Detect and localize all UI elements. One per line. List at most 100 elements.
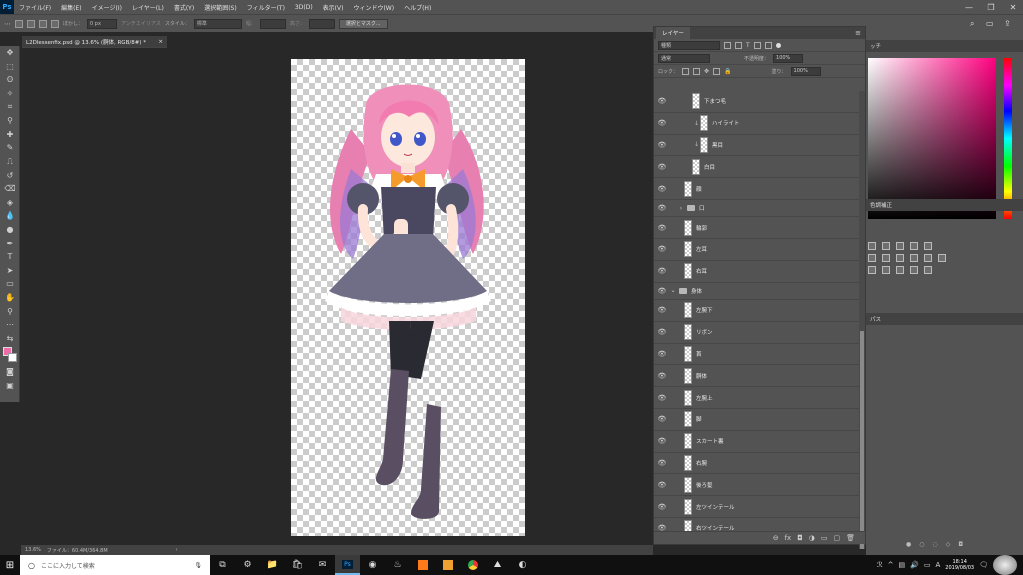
- minimize-button[interactable]: —: [961, 0, 977, 14]
- lock-transparent-icon[interactable]: [682, 67, 690, 75]
- eraser-tool-icon[interactable]: ⌫: [0, 182, 20, 196]
- layer-row[interactable]: 👁 顔: [654, 178, 859, 200]
- layer-thumbnail[interactable]: [684, 367, 692, 384]
- layer-thumbnail[interactable]: [700, 115, 708, 132]
- menu-edit[interactable]: 編集(E): [56, 3, 86, 12]
- visibility-eye-icon[interactable]: 👁: [654, 372, 670, 380]
- zoom-tool-icon[interactable]: ⚲: [0, 304, 20, 318]
- select-and-mask-button[interactable]: 選択とマスク...: [338, 18, 388, 29]
- history-brush-tool-icon[interactable]: ↺: [0, 168, 20, 182]
- swap-colors-icon[interactable]: ⇆: [0, 331, 20, 345]
- healing-brush-tool-icon[interactable]: ✚: [0, 128, 20, 142]
- layer-thumbnail[interactable]: [684, 476, 692, 493]
- task-view-icon[interactable]: ⧉: [210, 555, 235, 575]
- photo-filter-icon[interactable]: [910, 254, 918, 262]
- filter-shape-icon[interactable]: [753, 41, 761, 49]
- visibility-eye-icon[interactable]: 👁: [654, 328, 670, 336]
- eyedropper-tool-icon[interactable]: ⚲: [0, 114, 20, 128]
- posterize-icon[interactable]: [882, 266, 890, 274]
- more-tools-icon[interactable]: ⋯: [0, 318, 20, 332]
- panel-menu-icon[interactable]: ≡: [855, 29, 865, 37]
- filter-type-icon[interactable]: T: [746, 42, 750, 49]
- obs-app-icon[interactable]: ◉: [360, 555, 385, 575]
- brightness-icon[interactable]: [868, 242, 876, 250]
- visibility-eye-icon[interactable]: 👁: [654, 185, 670, 193]
- magic-wand-tool-icon[interactable]: ✧: [0, 87, 20, 101]
- path-selection-tool-icon[interactable]: ➤: [0, 264, 20, 278]
- layer-row[interactable]: 👁 右耳: [654, 261, 859, 283]
- ime-indicator[interactable]: A: [935, 561, 940, 569]
- layer-group-row[interactable]: 👁 › 口: [654, 200, 859, 218]
- menu-help[interactable]: ヘルプ(H): [399, 3, 436, 12]
- layer-row[interactable]: 👁 左腕上: [654, 387, 859, 409]
- pen-tool-icon[interactable]: ✒: [0, 236, 20, 250]
- layer-thumbnail[interactable]: [684, 389, 692, 406]
- subtract-selection-icon[interactable]: [39, 19, 47, 28]
- document-canvas[interactable]: [291, 59, 525, 536]
- visibility-eye-icon[interactable]: 👁: [654, 224, 670, 232]
- width-input[interactable]: [259, 18, 286, 29]
- levels-icon[interactable]: [882, 242, 890, 250]
- layers-scrollbar-thumb[interactable]: [860, 331, 864, 549]
- tab-paths[interactable]: パス: [866, 313, 1023, 325]
- layer-thumbnail[interactable]: [684, 411, 692, 428]
- layer-row[interactable]: 👁 リボン: [654, 322, 859, 344]
- visibility-eye-icon[interactable]: 👁: [654, 394, 670, 402]
- visibility-eye-icon[interactable]: 👁: [654, 141, 670, 149]
- tray-chevron-icon[interactable]: ^: [888, 561, 894, 569]
- channel-mixer-icon[interactable]: [924, 254, 932, 262]
- intersect-selection-icon[interactable]: [51, 19, 59, 28]
- menu-select[interactable]: 選択範囲(S): [199, 3, 242, 12]
- crop-tool-icon[interactable]: ⌗: [0, 100, 20, 114]
- hand-tool-icon[interactable]: ✋: [0, 291, 20, 305]
- menu-filter[interactable]: フィルター(T): [242, 3, 290, 12]
- layer-row[interactable]: 👁 輪郭: [654, 217, 859, 240]
- visibility-eye-icon[interactable]: 👁: [654, 437, 670, 445]
- fill-input[interactable]: 100%: [790, 66, 821, 76]
- add-mask-icon[interactable]: ◘: [797, 534, 803, 542]
- maximize-button[interactable]: ❐: [983, 0, 999, 14]
- type-tool-icon[interactable]: T: [0, 250, 20, 264]
- paint-bucket-tool-icon[interactable]: ◈: [0, 196, 20, 210]
- visibility-eye-icon[interactable]: 👁: [654, 503, 670, 511]
- settings-app-icon[interactable]: ⚙: [235, 555, 260, 575]
- close-window-button[interactable]: ✕: [1005, 0, 1021, 14]
- menu-layer[interactable]: レイヤー(L): [127, 3, 169, 12]
- close-tab-icon[interactable]: ×: [158, 39, 167, 45]
- lock-artboard-icon[interactable]: [713, 67, 721, 75]
- brush-tool-icon[interactable]: ✎: [0, 141, 20, 155]
- layer-thumbnail[interactable]: [684, 219, 692, 236]
- layers-scrollbar[interactable]: [859, 91, 865, 549]
- layer-thumbnail[interactable]: [692, 158, 700, 175]
- visibility-eye-icon[interactable]: 👁: [654, 350, 670, 358]
- layer-thumbnail[interactable]: [684, 263, 692, 280]
- layer-thumbnail[interactable]: [692, 93, 700, 110]
- layer-row[interactable]: 👁 ↓ ハイライト: [654, 113, 859, 135]
- visibility-eye-icon[interactable]: 👁: [654, 306, 670, 314]
- filter-kind-select[interactable]: 種類: [658, 40, 720, 50]
- store-app-icon[interactable]: 🛍: [285, 555, 310, 575]
- height-input[interactable]: [308, 18, 335, 29]
- lock-position-icon[interactable]: ✥: [704, 68, 709, 75]
- marquee-tool-preset-icon[interactable]: ⋯: [4, 20, 11, 28]
- color-balance-icon[interactable]: [882, 254, 890, 262]
- adjustment-layer-icon[interactable]: ◑: [809, 534, 815, 542]
- layer-thumbnail[interactable]: [684, 241, 692, 258]
- layer-thumbnail[interactable]: [684, 180, 692, 197]
- layer-group-row[interactable]: 👁 ⌄ 身体: [654, 283, 859, 300]
- clock[interactable]: 18:14 2019/08/03: [945, 559, 974, 571]
- photoshop-logo-icon[interactable]: Ps: [0, 0, 14, 14]
- style-select[interactable]: 標準: [193, 18, 242, 29]
- layer-row[interactable]: 👁 左耳: [654, 239, 859, 261]
- tab-adjustments[interactable]: 色調補正: [866, 199, 1023, 211]
- antialias-checkbox[interactable]: アンチエイリアス: [121, 20, 161, 27]
- color-lookup-icon[interactable]: [938, 254, 946, 262]
- visibility-eye-icon[interactable]: 👁: [654, 267, 670, 275]
- menu-window[interactable]: ウィンドウ(W): [348, 3, 399, 12]
- vibrance-icon[interactable]: [924, 242, 932, 250]
- layer-thumbnail[interactable]: [684, 520, 692, 531]
- filter-toggle-icon[interactable]: [775, 42, 781, 48]
- steam-app-icon[interactable]: ♨: [385, 555, 410, 575]
- layer-row[interactable]: 👁 スカート裏: [654, 431, 859, 453]
- marquee-tool-icon[interactable]: ⬚: [0, 60, 20, 74]
